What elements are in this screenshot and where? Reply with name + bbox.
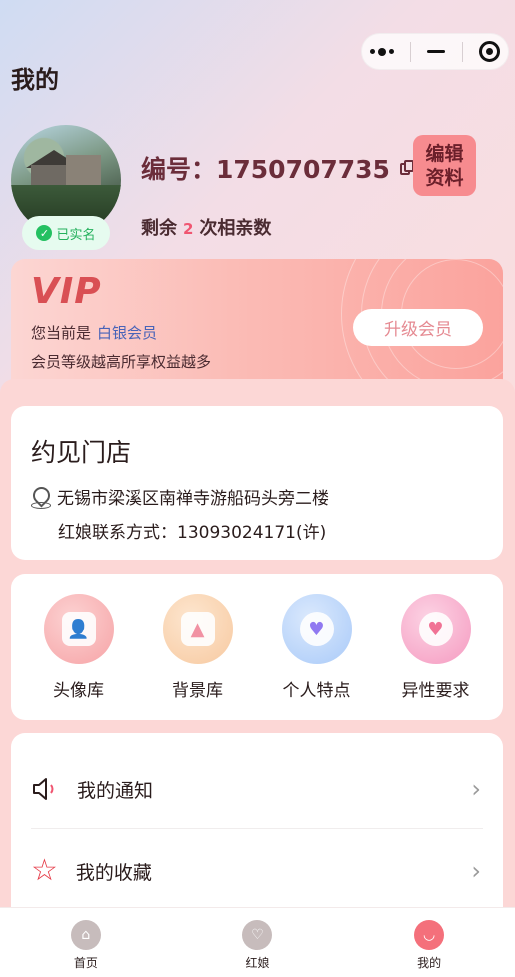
verified-check-icon: ✓ bbox=[36, 225, 53, 241]
store-address: 无锡市梁溪区南禅寺游船码头旁二楼 bbox=[31, 484, 329, 509]
chevron-right-icon: › bbox=[471, 857, 481, 885]
upgrade-vip-button[interactable]: 升级会员 bbox=[353, 309, 483, 346]
vip-status: 您当前是 白银会员 bbox=[31, 324, 158, 342]
vip-logo: VIP bbox=[31, 271, 102, 312]
profile-tab-icon: ◡ bbox=[414, 920, 445, 950]
home-tab-icon: ⌂ bbox=[70, 920, 101, 950]
edit-profile-button[interactable]: 编辑 资料 bbox=[413, 135, 476, 196]
verified-label: 已实名 bbox=[56, 227, 96, 243]
close-target-icon[interactable] bbox=[478, 41, 500, 62]
copy-icon[interactable] bbox=[399, 160, 414, 176]
user-id: 编号：1750707735 bbox=[141, 150, 414, 186]
feature-avatar-library[interactable]: 👤 头像库 bbox=[24, 574, 134, 720]
remaining-dates: 剩余 2 次相亲数 bbox=[141, 218, 272, 239]
remaining-count: 2 bbox=[183, 220, 194, 238]
tab-profile[interactable]: ◡ 我的 bbox=[369, 920, 489, 971]
feature-personal-traits[interactable]: ♥ 个人特点 bbox=[262, 574, 372, 720]
partner-requirements-icon: ♥ bbox=[400, 594, 471, 664]
personal-traits-icon: ♥ bbox=[281, 594, 352, 664]
vip-level: 白银会员 bbox=[97, 324, 158, 342]
background-library-icon: ▲ bbox=[162, 594, 233, 664]
menu-item-favorites[interactable]: ☆ 我的收藏 › bbox=[31, 831, 483, 911]
star-icon: ☆ bbox=[31, 853, 58, 888]
chevron-right-icon: › bbox=[471, 775, 481, 803]
menu-item-notifications[interactable]: 我的通知 › bbox=[31, 749, 483, 829]
vip-description: 会员等级越高所享权益越多 bbox=[31, 353, 212, 371]
feature-background-library[interactable]: ▲ 背景库 bbox=[143, 574, 253, 720]
verified-badge: ✓ 已实名 bbox=[22, 216, 110, 250]
feature-grid: 👤 头像库 ▲ 背景库 ♥ 个人特点 ♥ 异性要求 bbox=[11, 574, 503, 720]
mini-program-capsule bbox=[361, 33, 509, 70]
vip-card: VIP 您当前是 白银会员 会员等级越高所享权益越多 升级会员 bbox=[11, 259, 503, 399]
matchmaker-tab-icon: ♡ bbox=[242, 920, 273, 950]
tab-home[interactable]: ⌂ 首页 bbox=[26, 920, 146, 971]
minimize-icon[interactable] bbox=[427, 50, 446, 53]
user-id-text: 编号：1750707735 bbox=[141, 155, 390, 184]
tab-matchmaker[interactable]: ♡ 红娘 bbox=[197, 920, 317, 971]
more-icon[interactable] bbox=[370, 47, 395, 56]
page-title: 我的 bbox=[11, 66, 59, 94]
feature-partner-requirements[interactable]: ♥ 异性要求 bbox=[381, 574, 491, 720]
menu-card: 我的通知 › ☆ 我的收藏 › bbox=[11, 733, 503, 933]
location-pin-icon bbox=[31, 487, 51, 509]
speaker-icon bbox=[33, 778, 54, 800]
matchmaker-contact: 红娘联系方式：13093024171(许) bbox=[58, 523, 327, 543]
menu-divider bbox=[31, 828, 483, 829]
store-title: 约见门店 bbox=[31, 438, 132, 467]
store-card: 约见门店 无锡市梁溪区南禅寺游船码头旁二楼 红娘联系方式：13093024171… bbox=[11, 406, 503, 560]
tab-bar: ⌂ 首页 ♡ 红娘 ◡ 我的 bbox=[0, 907, 515, 977]
avatar-library-icon: 👤 bbox=[43, 594, 114, 664]
